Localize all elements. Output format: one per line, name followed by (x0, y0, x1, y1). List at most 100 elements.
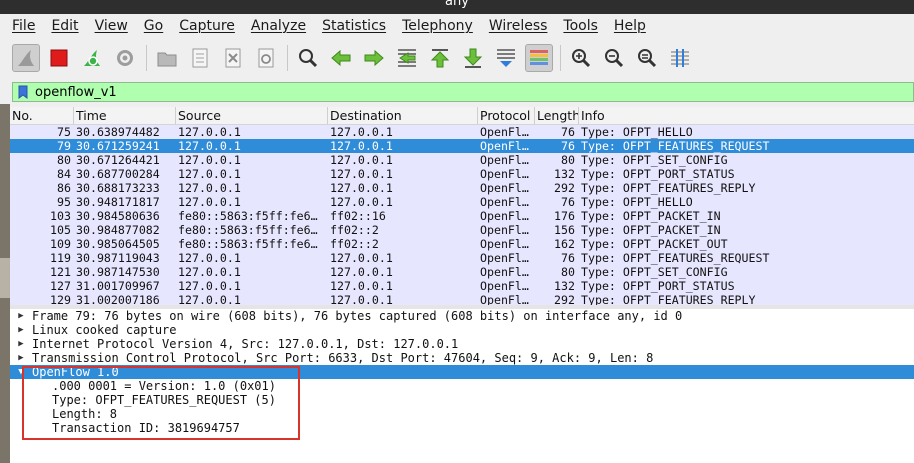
resize-columns-button[interactable] (666, 44, 694, 72)
menu-telephony[interactable]: Telephony (402, 18, 473, 34)
column-info[interactable]: Info (579, 107, 914, 124)
cell-info: Type: OFPT_SET_CONFIG (581, 153, 728, 167)
cell-time: 30.948171817 (76, 195, 160, 209)
start-capture-button[interactable] (12, 44, 40, 72)
normal-size-button[interactable] (633, 44, 661, 72)
menu-statistics[interactable]: Statistics (322, 18, 386, 34)
cell-length: 76 (561, 195, 575, 209)
zoom-in-button[interactable] (567, 44, 595, 72)
packet-list-header: No. Time Source Destination Protocol Len… (10, 107, 914, 125)
capture-options-button[interactable] (111, 44, 139, 72)
zoom-out-button[interactable] (600, 44, 628, 72)
cell-info: Type: OFPT_PORT_STATUS (581, 167, 735, 181)
find-packet-button[interactable] (294, 44, 322, 72)
cell-source: 127.0.0.1 (178, 125, 241, 139)
detail-row-linux-cooked[interactable]: ▶ Linux cooked capture (10, 323, 914, 337)
cell-no: 86 (57, 181, 71, 195)
table-row[interactable]: 103 30.984580636 fe80::5863:f5ff:fe6… ff02:… (10, 209, 914, 223)
auto-scroll-button[interactable] (492, 44, 520, 72)
cell-no: 121 (50, 265, 71, 279)
reload-file-button[interactable] (252, 44, 280, 72)
table-row[interactable]: 75 30.638974482 127.0.0.1 127.0.0.1 OpenFl… 7… (10, 125, 914, 139)
cell-info: Type: OFPT_PACKET_OUT (581, 237, 728, 251)
column-time[interactable]: Time (74, 107, 176, 124)
column-source[interactable]: Source (176, 107, 328, 124)
menu-edit[interactable]: Edit (51, 18, 78, 34)
table-row[interactable]: 80 30.671264421 127.0.0.1 127.0.0.1 OpenFl… 8… (10, 153, 914, 167)
cell-protocol: OpenFl… (480, 265, 529, 279)
cell-info: Type: OFPT_FEATURES_REQUEST (581, 251, 770, 265)
detail-field-type[interactable]: Type: OFPT_FEATURES_REQUEST (5) (10, 393, 914, 407)
go-to-packet-button[interactable] (393, 44, 421, 72)
menu-help[interactable]: Help (614, 18, 646, 34)
detail-row-ipv4[interactable]: ▶ Internet Protocol Version 4, Src: 127.0… (10, 337, 914, 351)
table-row[interactable]: 86 30.688173233 127.0.0.1 127.0.0.1 OpenFl… 2… (10, 181, 914, 195)
menu-capture[interactable]: Capture (179, 18, 235, 34)
cell-protocol: OpenFl… (480, 153, 529, 167)
bookmark-icon[interactable] (15, 83, 31, 101)
cell-protocol: OpenFl… (480, 209, 529, 223)
table-row[interactable]: 129 31.002007186 127.0.0.1 127.0.0.1 OpenFl…… (10, 293, 914, 305)
close-file-icon (225, 48, 241, 68)
go-back-button[interactable] (327, 44, 355, 72)
column-no[interactable]: No. (10, 107, 74, 124)
detail-field-transaction-id[interactable]: Transaction ID: 3819694757 (10, 421, 914, 435)
expand-arrow-icon[interactable]: ▶ (10, 351, 32, 365)
detail-row-frame[interactable]: ▶ Frame 79: 76 bytes on wire (608 bits), … (10, 309, 914, 323)
cell-time: 30.688173233 (76, 181, 160, 195)
detail-row-tcp[interactable]: ▶ Transmission Control Protocol, Src Port… (10, 351, 914, 365)
detail-field-version[interactable]: .000 0001 = Version: 1.0 (0x01) (10, 379, 914, 393)
detail-row-openflow[interactable]: ▼ OpenFlow 1.0 (10, 365, 914, 379)
column-length[interactable]: Length (535, 107, 579, 124)
cell-protocol: OpenFl… (480, 237, 529, 251)
table-row[interactable]: 84 30.687700284 127.0.0.1 127.0.0.1 OpenFl… 1… (10, 167, 914, 181)
table-row[interactable]: 109 30.985064505 fe80::5863:f5ff:fe6… ff02:… (10, 237, 914, 251)
expand-arrow-icon[interactable]: ▶ (10, 323, 32, 337)
table-row[interactable]: 79 30.671259241 127.0.0.1 127.0.0.1 OpenFl… 7… (10, 139, 914, 153)
table-row[interactable]: 121 30.987147530 127.0.0.1 127.0.0.1 OpenFl…… (10, 265, 914, 279)
restart-capture-button[interactable] (78, 44, 106, 72)
cell-source: 127.0.0.1 (178, 153, 241, 167)
expand-arrow-icon[interactable]: ▶ (10, 337, 32, 351)
display-filter-bar[interactable]: openflow_v1 (12, 82, 914, 102)
main-toolbar (0, 39, 914, 77)
capture-options-icon (117, 50, 133, 66)
menu-analyze[interactable]: Analyze (251, 18, 306, 34)
background-window-edge (0, 104, 10, 463)
column-protocol[interactable]: Protocol (478, 107, 535, 124)
stop-capture-button[interactable] (45, 44, 73, 72)
save-file-button[interactable] (186, 44, 214, 72)
table-row[interactable]: 127 31.001709967 127.0.0.1 127.0.0.1 OpenFl…… (10, 279, 914, 293)
column-destination[interactable]: Destination (328, 107, 478, 124)
menu-view[interactable]: View (95, 18, 128, 34)
go-first-packet-icon (430, 49, 450, 68)
cell-protocol: OpenFl… (480, 195, 529, 209)
display-filter-input[interactable]: openflow_v1 (35, 85, 117, 100)
colorize-button[interactable] (525, 44, 553, 72)
auto-scroll-icon (497, 49, 515, 67)
menu-tools[interactable]: Tools (563, 18, 598, 34)
restart-capture-icon (84, 50, 100, 66)
cell-info: Type: OFPT_FEATURES_REQUEST (581, 139, 770, 153)
cell-destination: 127.0.0.1 (330, 251, 393, 265)
menu-wireless[interactable]: Wireless (489, 18, 548, 34)
table-row[interactable]: 119 30.987119043 127.0.0.1 127.0.0.1 OpenFl…… (10, 251, 914, 265)
cell-length: 292 (554, 293, 575, 305)
go-forward-button[interactable] (360, 44, 388, 72)
table-row[interactable]: 105 30.984877082 fe80::5863:f5ff:fe6… ff02:… (10, 223, 914, 237)
menu-file[interactable]: File (12, 18, 35, 34)
cell-time: 30.687700284 (76, 167, 160, 181)
table-row[interactable]: 95 30.948171817 127.0.0.1 127.0.0.1 OpenFl… 7… (10, 195, 914, 209)
open-file-button[interactable] (153, 44, 181, 72)
go-first-packet-button[interactable] (426, 44, 454, 72)
detail-field-length[interactable]: Length: 8 (10, 407, 914, 421)
cell-source: 127.0.0.1 (178, 293, 241, 305)
go-back-icon (331, 49, 351, 67)
cell-protocol: OpenFl… (480, 279, 529, 293)
go-last-packet-button[interactable] (459, 44, 487, 72)
expand-arrow-icon[interactable]: ▶ (10, 309, 32, 323)
collapse-arrow-icon[interactable]: ▼ (10, 365, 32, 379)
menu-go[interactable]: Go (144, 18, 163, 34)
zoom-in-icon (572, 49, 591, 68)
close-file-button[interactable] (219, 44, 247, 72)
